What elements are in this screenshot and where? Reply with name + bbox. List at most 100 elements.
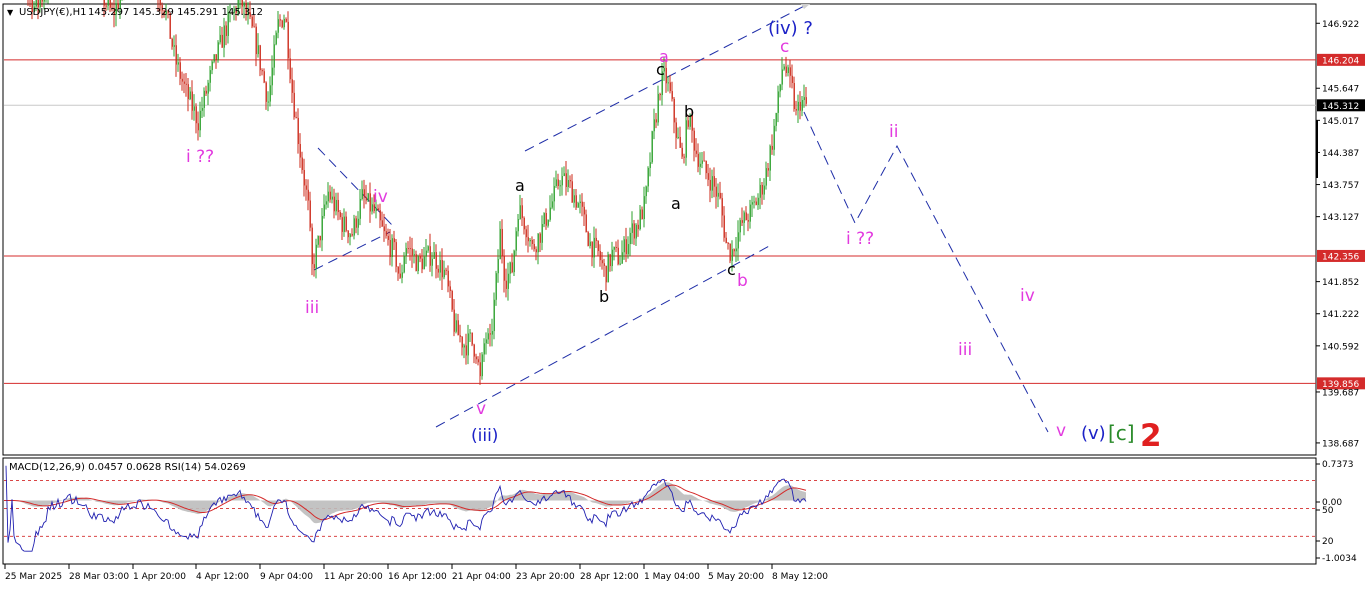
candle-body [776, 113, 777, 126]
candle-body [468, 333, 469, 355]
candle-body [584, 207, 585, 215]
candle-body [766, 168, 767, 185]
candle-body [322, 216, 323, 240]
time-tick-label: 28 Apr 12:00 [580, 572, 639, 582]
candle-body [390, 240, 391, 257]
candle-body [682, 148, 683, 157]
candle-body [530, 240, 531, 241]
candle-body [434, 252, 435, 259]
candle-body [768, 168, 769, 170]
candle-body [304, 170, 305, 185]
candle-body [192, 91, 193, 110]
candle-body [780, 85, 781, 92]
candle-body [630, 233, 631, 244]
candle-body [386, 231, 387, 236]
candle-body [406, 248, 407, 256]
candle-body [454, 310, 455, 332]
candle-body [520, 205, 521, 219]
time-tick-label: 9 Apr 04:00 [260, 572, 313, 582]
candle-body [254, 26, 255, 27]
candle-body [616, 247, 617, 248]
wave-label: (iv) ? [768, 18, 813, 39]
candle-body [474, 345, 475, 357]
candle-body [260, 45, 261, 70]
candle-body [784, 67, 785, 70]
candle-body [464, 345, 465, 347]
candle-body [764, 186, 765, 195]
candle-body [804, 97, 805, 100]
candle-body [590, 242, 591, 246]
candle-body [546, 213, 547, 226]
time-tick-label: 1 May 04:00 [644, 572, 700, 582]
candle-body [410, 248, 411, 249]
candle-body [492, 331, 493, 335]
candle-body [384, 226, 385, 231]
candle-body [632, 223, 633, 233]
candle-body [736, 248, 737, 251]
candle-body [438, 269, 439, 273]
candle-body [622, 252, 623, 263]
candle-body [686, 120, 687, 157]
candle-body [560, 185, 561, 186]
candle-body [588, 232, 589, 246]
candle-body [280, 19, 281, 20]
candle-body [360, 199, 361, 219]
chart-canvas[interactable]: 146.922146.204145.647145.312145.017144.3… [0, 0, 1366, 588]
candle-body [288, 22, 289, 58]
candle-body [302, 158, 303, 170]
price-tick-label: 138.687 [1322, 439, 1359, 449]
candle-body [282, 20, 283, 27]
candle-body [702, 161, 703, 164]
candle-body [370, 193, 371, 211]
candle-body [290, 58, 291, 79]
candle-body [568, 180, 569, 187]
candle-body [342, 217, 343, 232]
candle-body [516, 231, 517, 250]
candle-body [620, 264, 621, 265]
candle-body [346, 217, 347, 231]
candle-body [656, 119, 657, 122]
candle-body [402, 272, 403, 277]
candle-body [364, 189, 365, 197]
time-tick-label: 5 May 20:00 [708, 572, 764, 582]
candle-body [726, 238, 727, 243]
candle-body [712, 176, 713, 190]
candle-body [268, 102, 269, 103]
candle-body [256, 27, 257, 54]
candle-body [614, 247, 615, 250]
candle-body [598, 241, 599, 251]
candle-body [320, 236, 321, 240]
candle-body [678, 137, 679, 138]
candle-body [348, 231, 349, 237]
candle-body [748, 220, 749, 222]
candle-body [700, 164, 701, 167]
trading-chart-window[interactable]: 146.922146.204145.647145.312145.017144.3… [0, 0, 1366, 588]
time-tick-label: 8 May 12:00 [772, 572, 828, 582]
candle-body [758, 198, 759, 205]
wave-label: a [671, 194, 681, 213]
candle-body [566, 173, 567, 187]
candle-body [222, 35, 223, 48]
candle-body [458, 320, 459, 335]
chart-symbol: USDJPY(€),H1 [19, 7, 86, 18]
candle-body [528, 237, 529, 241]
price-tag-label: 145.312 [1322, 102, 1359, 112]
candle-body [746, 212, 747, 220]
candle-body [742, 220, 743, 223]
candle-body [358, 219, 359, 228]
candle-body [508, 274, 509, 289]
candle-body [210, 70, 211, 83]
candle-body [694, 131, 695, 151]
candle-body [544, 213, 545, 224]
candle-body [578, 203, 579, 208]
candle-body [628, 244, 629, 254]
candle-body [430, 246, 431, 266]
price-tick-label: 140.592 [1322, 342, 1359, 352]
candle-body [444, 270, 445, 277]
price-tick-label: 143.127 [1322, 213, 1359, 223]
candle-body [184, 82, 185, 84]
price-tick-label: 145.647 [1322, 85, 1359, 95]
wave-label: iii [305, 298, 319, 318]
candle-body [436, 252, 437, 269]
candle-body [188, 84, 189, 99]
